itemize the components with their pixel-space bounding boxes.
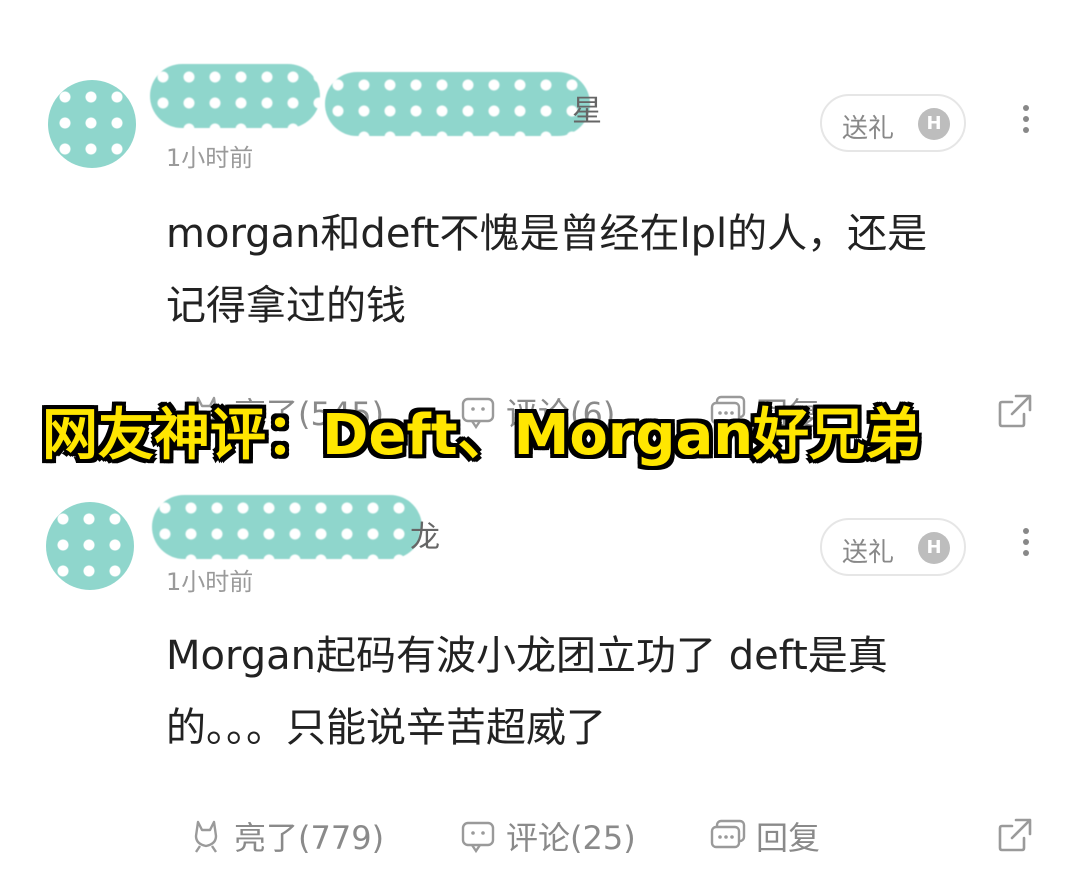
- username-fragment: 龙: [410, 520, 440, 555]
- comment-text: morgan和deft不愧是曾经在lpl的人，还是 记得拿过的钱: [166, 198, 1046, 342]
- comment-icon: [461, 821, 495, 854]
- username-fragment: 星: [572, 94, 602, 129]
- like-icon: [194, 820, 218, 853]
- comment-count-button[interactable]: 评论(25): [458, 810, 636, 862]
- comment-count-label: 评论(25): [506, 819, 636, 857]
- like-button[interactable]: 亮了(779): [186, 810, 384, 862]
- overlay-caption: 网友神评：Deft、Morgan好兄弟: [42, 403, 922, 468]
- comment-text-line: 的。。。只能说辛苦超威了: [166, 705, 606, 751]
- gift-h-badge-icon: H: [918, 532, 950, 564]
- share-icon[interactable]: [994, 814, 1036, 856]
- gift-button[interactable]: 送礼 H: [820, 94, 966, 152]
- comment-text-line: Morgan起码有波小龙团立功了 deft是真: [166, 633, 888, 679]
- comment-text: Morgan起码有波小龙团立功了 deft是真 的。。。只能说辛苦超威了: [166, 620, 1046, 764]
- more-vertical-icon[interactable]: [1020, 528, 1032, 564]
- avatar[interactable]: [46, 502, 134, 590]
- avatar[interactable]: [48, 80, 136, 168]
- comment-time: 1小时前: [166, 144, 254, 172]
- username-blurred[interactable]: [325, 72, 590, 136]
- like-count-label: 亮了(779): [234, 819, 385, 857]
- comment-text-line: 记得拿过的钱: [166, 283, 406, 329]
- reply-label: 回复: [756, 819, 821, 857]
- gift-button[interactable]: 送礼 H: [820, 518, 966, 576]
- comment-text-line: morgan和deft不愧是曾经在lpl的人，还是: [166, 211, 928, 257]
- username-blurred[interactable]: [150, 64, 320, 128]
- more-vertical-icon[interactable]: [1020, 105, 1032, 141]
- comment-actions: 亮了(779) 评论(25) 回复: [0, 810, 1079, 862]
- gift-label: 送礼: [842, 538, 895, 568]
- gift-h-badge-icon: H: [918, 108, 950, 140]
- gift-label: 送礼: [842, 114, 895, 144]
- reply-icon: [710, 819, 746, 849]
- comment-time: 1小时前: [166, 568, 254, 596]
- username-blurred[interactable]: [152, 495, 422, 559]
- reply-button[interactable]: 回复: [708, 810, 820, 862]
